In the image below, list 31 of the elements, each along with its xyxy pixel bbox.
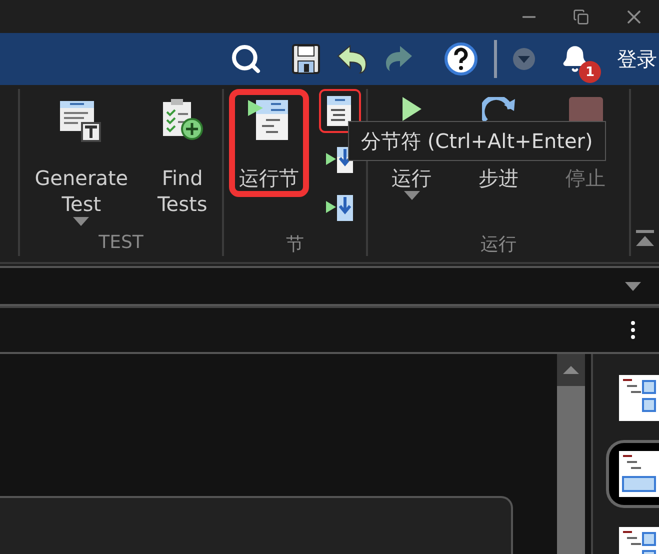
redo-button[interactable]: [384, 46, 414, 72]
group-label: 运行: [480, 233, 516, 256]
notification-badge: 1: [579, 61, 601, 83]
layout-icon[interactable]: [619, 375, 659, 421]
dropdown-button[interactable]: [513, 48, 535, 70]
restore-icon[interactable]: [573, 8, 589, 24]
scroll-up-button[interactable]: [557, 354, 585, 386]
undo-button[interactable]: [336, 44, 368, 74]
ribbon-button[interactable]: 运行节: [229, 89, 309, 197]
ribbon-button[interactable]: Find Tests: [147, 89, 218, 223]
run-down-icon: [325, 193, 355, 223]
step-icon: [482, 97, 516, 123]
tooltip: 分节符 (Ctrl+Alt+Enter): [348, 121, 606, 161]
side-tool-button[interactable]: [606, 440, 659, 508]
dropdown-caret-icon: [404, 191, 420, 200]
up-arrow-icon[interactable]: [563, 366, 579, 374]
search-button[interactable]: [230, 43, 262, 75]
combo-box[interactable]: [0, 266, 659, 306]
ribbon-button[interactable]: Generate Test: [24, 89, 138, 232]
help-button[interactable]: [444, 42, 478, 76]
group-label: TEST: [98, 232, 144, 255]
layout-icon[interactable]: [619, 451, 659, 497]
group-label: 节: [286, 233, 304, 256]
dropdown-caret-icon: [73, 217, 90, 226]
play-icon: [402, 97, 422, 121]
dropdown-caret-icon: [625, 282, 641, 290]
login-link[interactable]: 登录: [617, 46, 657, 72]
collapse-ribbon-icon[interactable]: [636, 230, 654, 246]
document-icon: [325, 95, 353, 127]
save-button[interactable]: [292, 44, 320, 74]
scrollbar[interactable]: [557, 354, 585, 554]
